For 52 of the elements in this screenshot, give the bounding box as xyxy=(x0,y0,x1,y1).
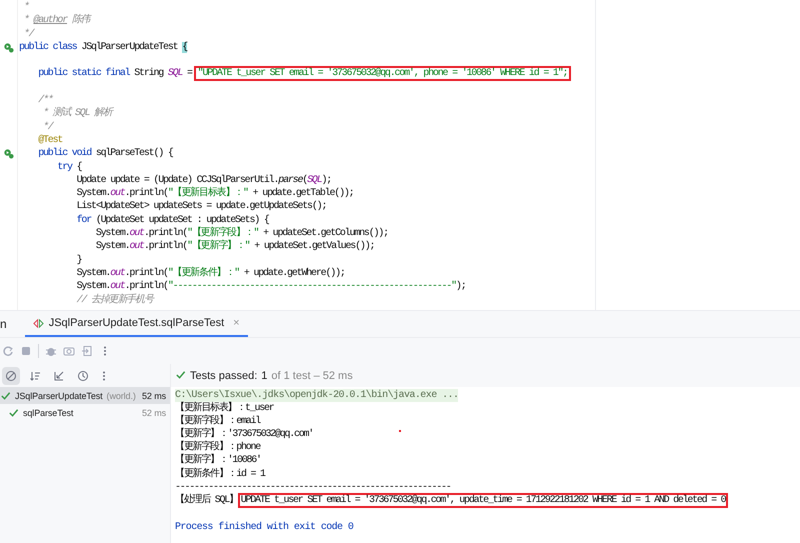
check-icon xyxy=(8,407,19,418)
console-line: Process finished with exit code 0 xyxy=(175,520,354,534)
console-line: ---------------------------------------------------------- xyxy=(175,480,451,494)
code-line: System.out.println("【更新字段】：" + updateSet.getColumns()); xyxy=(94,227,389,240)
test-tree-row[interactable]: JSqlParserUpdateTest (world.) 52 ms xyxy=(0,387,170,404)
code-line: System.out.println("【更新条件】：" + update.getWhere()); xyxy=(76,266,346,280)
run-test-icon xyxy=(3,148,14,160)
console-line: 【更新字段】：email xyxy=(175,415,260,428)
sort-icon xyxy=(29,370,41,382)
code-line: * 测试 SQL 解析 xyxy=(42,107,114,121)
check-icon xyxy=(175,368,186,380)
history-icon xyxy=(77,370,89,382)
code-line: * xyxy=(22,1,30,14)
test-count: 1 xyxy=(261,370,268,382)
code-line: // 去掉更新手机号 xyxy=(76,294,155,307)
code-line: System.out.println("【更新字】：" + updateSet.getValues()); xyxy=(94,240,376,254)
code-line: @Test xyxy=(37,134,64,148)
console-line: 【更新字】：'10086' xyxy=(175,454,261,468)
console-line: 【更新字】：'373675032@qq.com' xyxy=(175,428,314,440)
show-passed-icon xyxy=(5,370,17,382)
code-line: */ xyxy=(42,120,54,134)
code-line: public void sqlParseTest() { xyxy=(37,147,174,161)
test-tab-icon xyxy=(32,318,44,328)
console-line: 【更新目标表】：t_user xyxy=(175,402,274,414)
code-line: System.out.println("【更新目标表】：" + update.getTable()); xyxy=(76,187,354,200)
tool-window-label: n xyxy=(0,316,7,333)
code-line: List<UpdateSet> updateSets = update.getUpdateSets(); xyxy=(76,200,328,214)
code-line: * @author 陈伟 xyxy=(22,14,92,28)
test-status-label: Tests passed: xyxy=(190,370,258,382)
code-line: } xyxy=(76,254,82,267)
code-line: for (UpdateSet updateSet : updateSets) { xyxy=(76,214,270,226)
stop-icon xyxy=(20,345,32,357)
code-line: /** xyxy=(37,94,54,106)
test-status-detail: of 1 test – 52 ms xyxy=(271,370,353,382)
code-line: try { xyxy=(56,160,83,174)
test-tree-row[interactable]: sqlParseTest 52 ms xyxy=(0,404,170,421)
check-icon xyxy=(0,390,11,401)
run-tab[interactable]: JSqlParserUpdateTest.sqlParseTest × xyxy=(24,311,248,337)
bug-icon xyxy=(45,345,57,357)
show-passed-toggle[interactable] xyxy=(2,366,20,384)
collapse-icon xyxy=(53,370,65,382)
console-line: 【更新字段】：phone xyxy=(175,441,260,454)
camera-icon xyxy=(63,345,75,357)
code-line: */ xyxy=(22,28,36,41)
code-line: Update update = (Update) CCJSqlParserUtil.parse(SQL); xyxy=(76,174,332,186)
dot-mark xyxy=(399,430,401,432)
code-line: System.out.println("----------------------------------------------------------"); xyxy=(76,280,467,294)
rerun-icon xyxy=(2,345,14,357)
console-line: 【更新条件】：id = 1 xyxy=(175,468,265,481)
run-test-icon xyxy=(3,42,14,54)
code-line: public class JSqlParserUpdateTest { xyxy=(19,40,188,54)
exit-icon xyxy=(81,345,93,357)
